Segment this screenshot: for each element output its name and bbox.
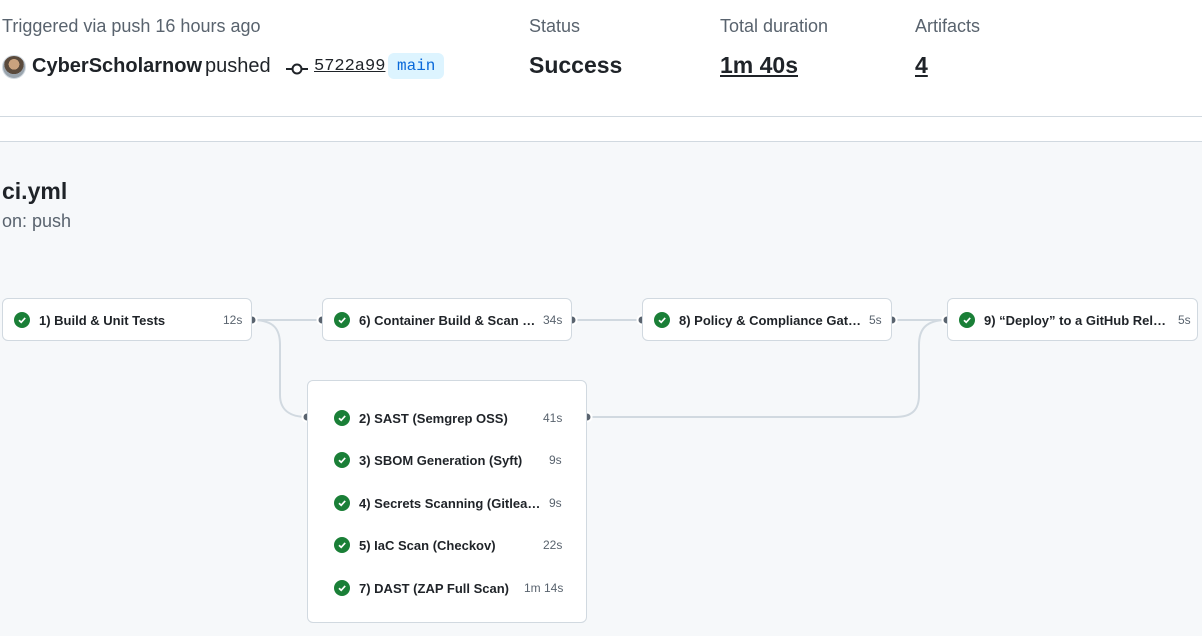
job-iac[interactable]: 5) IaC Scan (Checkov) 22s [334,525,579,565]
job-deploy[interactable]: 9) “Deploy” to a GitHub Release 5s [959,300,1194,340]
artifacts-count[interactable]: 4 [915,52,928,79]
job-name: 1) Build & Unit Tests [39,312,166,328]
job-duration: 5s [1178,313,1191,327]
action-text: pushed [205,55,271,77]
job-duration: 1m 14s [524,581,564,595]
job-duration: 9s [549,496,562,510]
job-name: 2) SAST (Semgrep OSS) [359,410,508,426]
job-duration: 9s [549,453,562,467]
check-circle-icon [334,312,350,328]
job-container[interactable]: 6) Container Build & Scan (Trivy) 34s [334,300,564,340]
job-name: 3) SBOM Generation (Syft) [359,452,523,468]
check-circle-icon [334,580,350,596]
job-duration: 5s [869,313,882,327]
check-circle-icon [334,452,350,468]
job-sast[interactable]: 2) SAST (Semgrep OSS) 41s [334,398,579,438]
job-name: 9) “Deploy” to a GitHub Release [984,312,1171,328]
job-name: 4) Secrets Scanning (Gitleaks) [359,495,544,511]
check-circle-icon [959,312,975,328]
commit-sha-link[interactable]: 5722a99 [314,57,385,76]
job-policy[interactable]: 8) Policy & Compliance Gate (OPA) 5s [654,300,884,340]
workflow-file-name: ci.yml [2,178,68,204]
job-name: 8) Policy & Compliance Gate (OPA) [679,312,867,328]
check-circle-icon [14,312,30,328]
status-label: Status [529,16,581,36]
check-circle-icon [334,537,350,553]
job-duration: 22s [543,538,563,552]
workflow-trigger: on: push [2,211,72,231]
job-build[interactable]: 1) Build & Unit Tests 12s [14,300,244,340]
trigger-text: Triggered via push 16 hours ago [2,16,261,36]
job-duration: 12s [223,313,243,327]
branch-badge[interactable]: main [388,53,445,79]
artifacts-label: Artifacts [915,16,981,36]
job-name: 7) DAST (ZAP Full Scan) [359,580,509,596]
workflow-graph [0,141,1202,636]
duration-value[interactable]: 1m 40s [720,52,798,79]
actor-avatar[interactable] [2,55,26,79]
job-duration: 41s [543,411,563,425]
actor-link[interactable]: CyberScholarnow [32,55,202,78]
job-secrets[interactable]: 4) Secrets Scanning (Gitleaks) 9s [334,483,579,523]
status-value: Success [529,52,623,78]
job-sbom[interactable]: 3) SBOM Generation (Syft) 9s [334,440,579,480]
job-name: 6) Container Build & Scan (Trivy) [359,312,536,328]
check-circle-icon [654,312,670,328]
job-name: 5) IaC Scan (Checkov) [359,537,496,553]
check-circle-icon [334,495,350,511]
job-duration: 34s [543,313,563,327]
job-dast[interactable]: 7) DAST (ZAP Full Scan) 1m 14s [334,568,579,608]
duration-label: Total duration [720,16,829,36]
git-commit-icon [286,63,308,75]
check-circle-icon [334,410,350,426]
run-summary: Triggered via push 16 hours ago CyberSch… [0,0,1202,117]
